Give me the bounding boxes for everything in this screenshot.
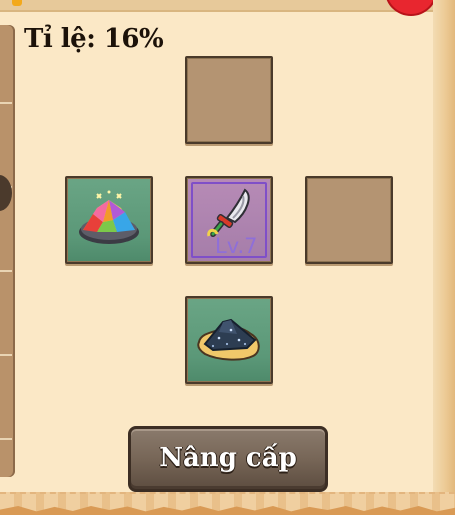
slot-bottom[interactable] (185, 296, 273, 384)
success-rate-label: Tỉ lệ: 16% (24, 24, 164, 54)
panel-bottom-border (0, 492, 455, 515)
slot-right[interactable] (305, 176, 393, 264)
corner-ornament (12, 0, 22, 6)
rainbow-crystal-icon (79, 190, 139, 244)
panel-right-border (433, 0, 455, 515)
scroll-handle[interactable] (0, 175, 12, 211)
slot-left[interactable] (65, 176, 153, 264)
slot-top[interactable] (185, 56, 273, 144)
upgrade-button-label: Nâng cấp (159, 443, 297, 473)
scrollbar[interactable] (0, 25, 15, 477)
upgrade-panel: Tỉ lệ: 16% Lv.7 Nâng cấp (0, 0, 455, 515)
item-level-label: Lv.7 (215, 234, 258, 258)
rail-notch (0, 438, 12, 440)
rail-notch (0, 102, 12, 104)
dark-ore-icon (197, 318, 260, 361)
rail-notch (0, 270, 12, 272)
slot-center[interactable]: Lv.7 (185, 176, 273, 264)
rail-notch (0, 354, 12, 356)
upgrade-button[interactable]: Nâng cấp (128, 426, 328, 492)
close-button[interactable] (385, 0, 437, 16)
